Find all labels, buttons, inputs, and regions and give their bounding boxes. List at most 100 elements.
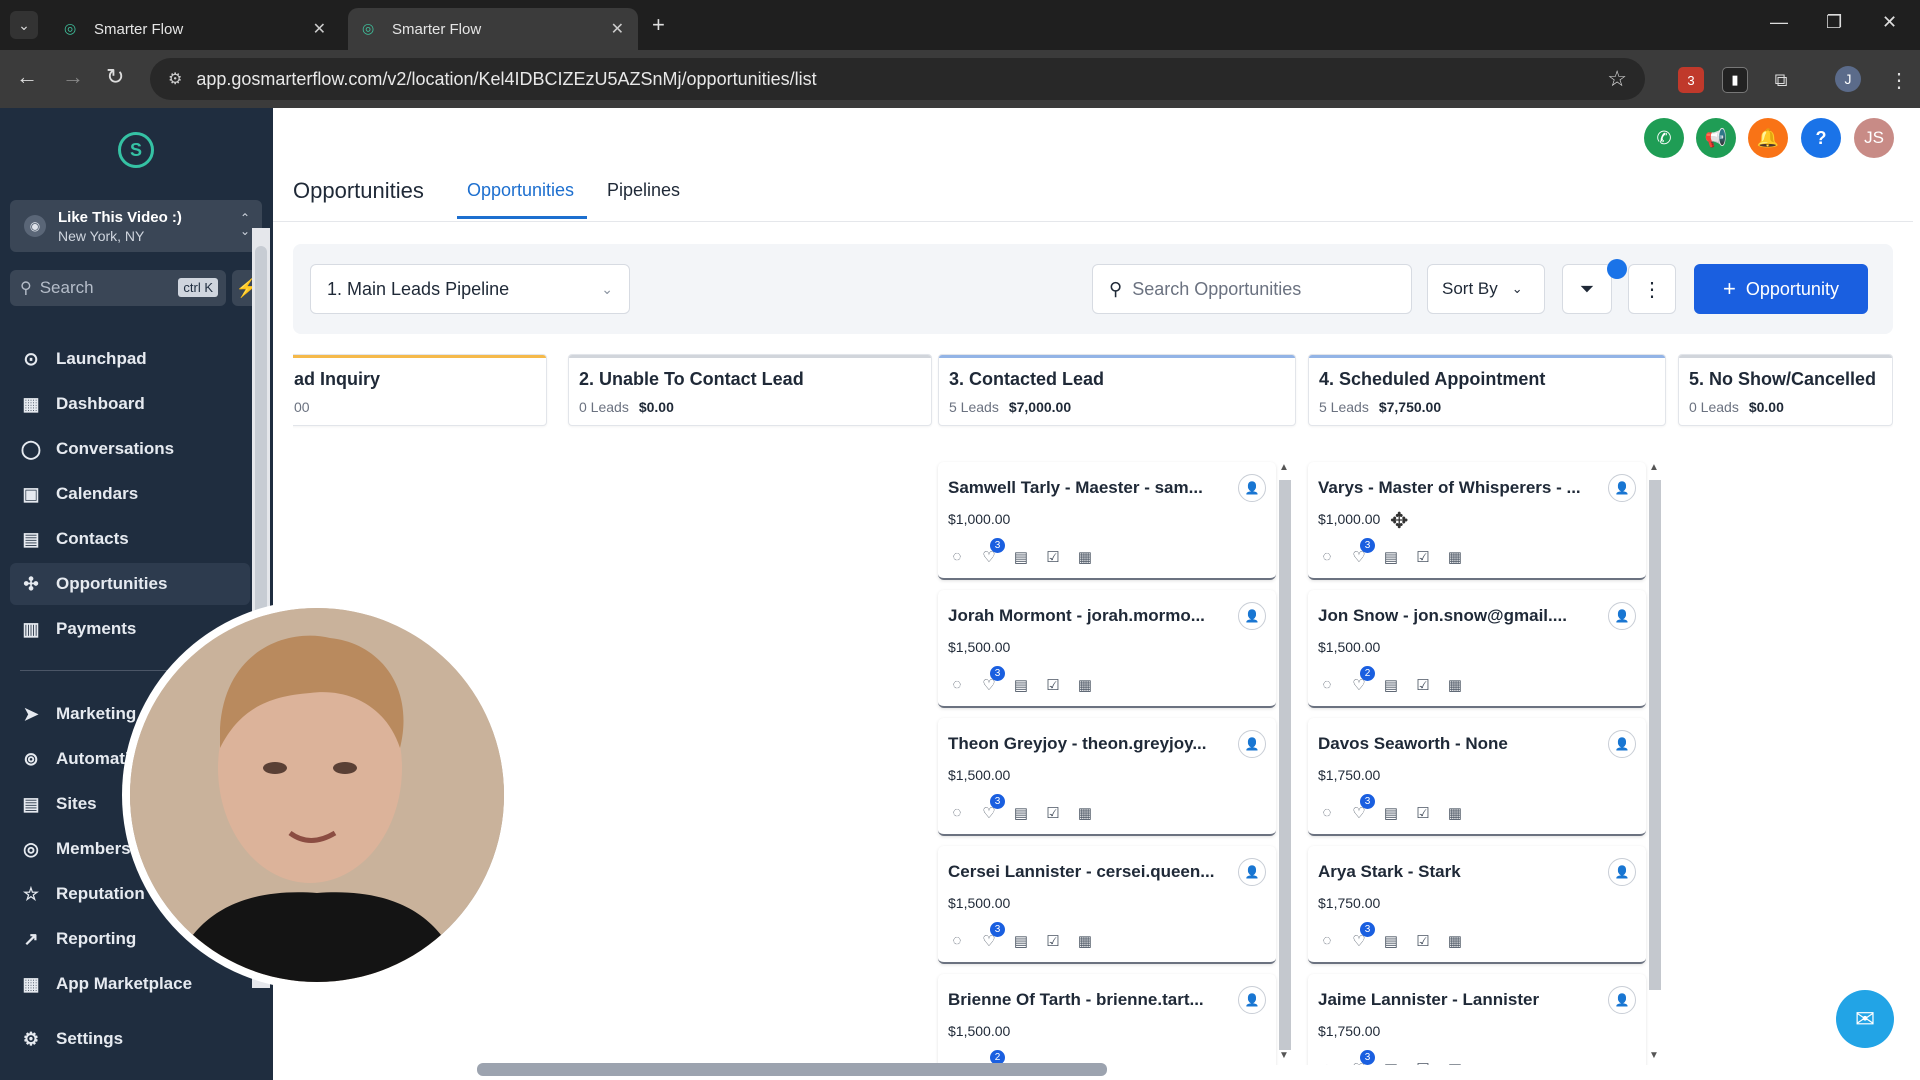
notes-icon[interactable]: ▤ xyxy=(1012,676,1030,694)
sidebar-item-contacts[interactable]: ▤ Contacts xyxy=(10,518,250,560)
minimize-icon[interactable]: — xyxy=(1770,12,1788,33)
task-check-icon[interactable]: ☑ xyxy=(1044,676,1062,694)
calendar-icon[interactable]: ▦ xyxy=(1446,804,1464,822)
assign-user-icon[interactable]: 👤 xyxy=(1238,730,1266,758)
assign-user-icon[interactable]: 👤 xyxy=(1608,474,1636,502)
sidebar-search[interactable]: ⚲ Search ctrl K xyxy=(10,270,226,306)
add-opportunity-button[interactable]: + Opportunity xyxy=(1694,264,1868,314)
reload-icon[interactable]: ↻ xyxy=(106,64,124,90)
phone-icon[interactable]: ✆ xyxy=(1644,118,1684,158)
sidebar-item-dashboard[interactable]: ▦ Dashboard xyxy=(10,383,250,425)
opportunity-card[interactable]: Davos Seaworth - None $1,750.00 👤 ◌ ♡ 3 ▤ ☑ ▦ xyxy=(1308,718,1646,836)
close-window-icon[interactable]: ✕ xyxy=(1882,12,1897,33)
search-opportunities-input[interactable]: ⚲ Search Opportunities xyxy=(1092,264,1412,314)
opportunity-card[interactable]: Brienne Of Tarth - brienne.tart... $1,500… xyxy=(938,974,1276,1065)
notes-icon[interactable]: ▤ xyxy=(1382,932,1400,950)
assign-user-icon[interactable]: 👤 xyxy=(1608,730,1636,758)
close-tab-icon[interactable]: ✕ xyxy=(313,19,326,39)
column-scrollbar[interactable]: ▲ ▼ xyxy=(1277,462,1293,1062)
extension-todoist-icon[interactable]: 3 xyxy=(1678,67,1704,93)
opportunity-card[interactable]: Theon Greyjoy - theon.greyjoy... $1,500.0… xyxy=(938,718,1276,836)
task-check-icon[interactable]: ☑ xyxy=(1044,548,1062,566)
opportunity-card[interactable]: Cersei Lannister - cersei.queen... $1,500… xyxy=(938,846,1276,964)
calendar-icon[interactable]: ▦ xyxy=(1446,932,1464,950)
notes-icon[interactable]: ▤ xyxy=(1012,548,1030,566)
task-check-icon[interactable]: ☑ xyxy=(1044,932,1062,950)
help-icon[interactable]: ? xyxy=(1801,118,1841,158)
assign-user-icon[interactable]: 👤 xyxy=(1238,602,1266,630)
extension-recorder-icon[interactable]: ▮ xyxy=(1722,67,1748,93)
pipeline-select[interactable]: 1. Main Leads Pipeline ⌄ xyxy=(310,264,630,314)
opportunity-card[interactable]: Varys - Master of Whisperers - ... $1,000… xyxy=(1308,462,1646,580)
conversation-icon[interactable]: ◌ xyxy=(1318,676,1336,694)
scroll-up-icon[interactable]: ▲ xyxy=(1279,462,1289,473)
conversation-icon[interactable]: ◌ xyxy=(948,548,966,566)
assign-user-icon[interactable]: 👤 xyxy=(1608,602,1636,630)
extensions-puzzle-icon[interactable]: ⧉ xyxy=(1768,67,1794,93)
sidebar-item-opportunities[interactable]: ✣ Opportunities xyxy=(10,563,250,605)
assign-user-icon[interactable]: 👤 xyxy=(1608,858,1636,886)
tab-opportunities[interactable]: Opportunities xyxy=(467,180,574,201)
conversation-icon[interactable]: ◌ xyxy=(1318,1060,1336,1065)
tag-icon[interactable]: ♡3 xyxy=(980,666,1005,694)
scroll-down-icon[interactable]: ▼ xyxy=(1649,1050,1659,1061)
calendar-icon[interactable]: ▦ xyxy=(1076,676,1094,694)
scrollbar-thumb[interactable] xyxy=(1279,480,1291,1050)
opportunity-card[interactable]: Jon Snow - jon.snow@gmail.... $1,500.00 👤 ◌… xyxy=(1308,590,1646,708)
assign-user-icon[interactable]: 👤 xyxy=(1608,986,1636,1014)
back-icon[interactable]: ← xyxy=(16,64,38,90)
address-bar[interactable]: ⚙ app.gosmarterflow.com/v2/location/Kel4… xyxy=(150,58,1645,100)
tab-pipelines[interactable]: Pipelines xyxy=(607,180,680,201)
tag-icon[interactable]: ♡3 xyxy=(980,538,1005,566)
assign-user-icon[interactable]: 👤 xyxy=(1238,858,1266,886)
forward-icon[interactable]: → xyxy=(62,64,84,90)
sidebar-item-launchpad[interactable]: ⊙ Launchpad xyxy=(10,338,250,380)
tab-search-button[interactable]: ⌄ xyxy=(10,11,38,39)
scroll-down-icon[interactable]: ▼ xyxy=(1279,1050,1289,1061)
browser-tab-1[interactable]: ◎ Smarter Flow ✕ xyxy=(50,8,340,50)
task-check-icon[interactable]: ☑ xyxy=(1414,676,1432,694)
sidebar-item-calendars[interactable]: ▣ Calendars xyxy=(10,473,250,515)
more-options-button[interactable]: ⋮ xyxy=(1628,264,1676,314)
conversation-icon[interactable]: ◌ xyxy=(1318,804,1336,822)
task-check-icon[interactable]: ☑ xyxy=(1414,548,1432,566)
opportunity-card[interactable]: Arya Stark - Stark $1,750.00 👤 ◌ ♡ 3 ▤ ☑ ▦ xyxy=(1308,846,1646,964)
conversation-icon[interactable]: ◌ xyxy=(948,804,966,822)
conversation-icon[interactable]: ◌ xyxy=(948,676,966,694)
tag-icon[interactable]: ♡3 xyxy=(1350,922,1375,950)
sidebar-item-settings[interactable]: ⚙ Settings xyxy=(10,1018,250,1060)
task-check-icon[interactable]: ☑ xyxy=(1044,804,1062,822)
conversation-icon[interactable]: ◌ xyxy=(1318,932,1336,950)
conversation-icon[interactable]: ◌ xyxy=(948,932,966,950)
sort-by-button[interactable]: Sort By ⌄ xyxy=(1427,264,1545,314)
notes-icon[interactable]: ▤ xyxy=(1012,804,1030,822)
calendar-icon[interactable]: ▦ xyxy=(1446,676,1464,694)
tag-icon[interactable]: ♡3 xyxy=(1350,538,1375,566)
board-horizontal-scrollbar[interactable] xyxy=(477,1063,1107,1076)
tag-icon[interactable]: ♡3 xyxy=(1350,1050,1375,1065)
calendar-icon[interactable]: ▦ xyxy=(1446,1060,1464,1065)
calendar-icon[interactable]: ▦ xyxy=(1076,804,1094,822)
column-scrollbar[interactable]: ▲ ▼ xyxy=(1647,462,1663,1062)
task-check-icon[interactable]: ☑ xyxy=(1414,1060,1432,1065)
browser-profile-avatar[interactable]: J xyxy=(1835,66,1861,92)
notes-icon[interactable]: ▤ xyxy=(1382,1060,1400,1065)
notes-icon[interactable]: ▤ xyxy=(1382,676,1400,694)
tag-icon[interactable]: ♡2 xyxy=(1350,666,1375,694)
scroll-up-icon[interactable]: ▲ xyxy=(1649,462,1659,473)
bookmark-star-icon[interactable]: ☆ xyxy=(1607,66,1627,92)
user-avatar[interactable]: JS xyxy=(1854,118,1894,158)
sidebar-item-app-marketplace[interactable]: ▦ App Marketplace xyxy=(10,963,250,1005)
tag-icon[interactable]: ♡3 xyxy=(1350,794,1375,822)
site-info-icon[interactable]: ⚙ xyxy=(168,69,182,89)
notes-icon[interactable]: ▤ xyxy=(1382,804,1400,822)
new-tab-button[interactable]: + xyxy=(652,12,665,38)
tag-icon[interactable]: ♡3 xyxy=(980,922,1005,950)
assign-user-icon[interactable]: 👤 xyxy=(1238,474,1266,502)
notes-icon[interactable]: ▤ xyxy=(1382,548,1400,566)
chat-widget-icon[interactable]: ✉ xyxy=(1836,990,1894,1048)
opportunity-card[interactable]: Samwell Tarly - Maester - sam... $1,000.0… xyxy=(938,462,1276,580)
sidebar-item-conversations[interactable]: ◯ Conversations xyxy=(10,428,250,470)
opportunity-card[interactable]: Jorah Mormont - jorah.mormo... $1,500.00 👤… xyxy=(938,590,1276,708)
opportunity-card[interactable]: Jaime Lannister - Lannister $1,750.00 👤 ◌ ♡3… xyxy=(1308,974,1646,1065)
